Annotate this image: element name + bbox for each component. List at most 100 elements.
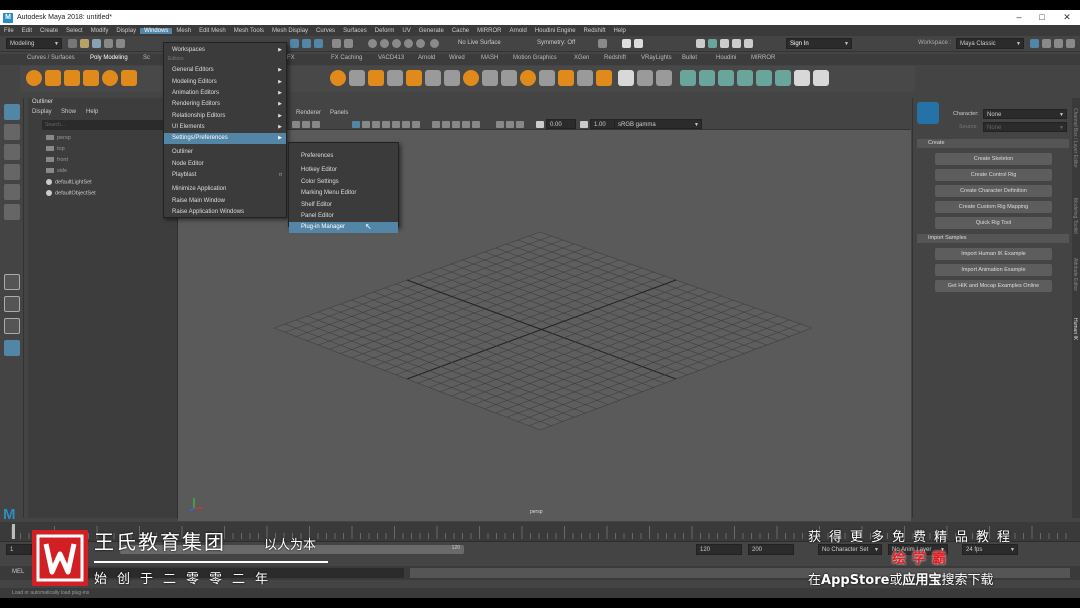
- outliner-item[interactable]: defaultObjectSet: [46, 190, 96, 196]
- layout-toggle-icon[interactable]: [1030, 39, 1039, 48]
- extract-icon[interactable]: [425, 70, 441, 86]
- menu-file[interactable]: File: [0, 28, 18, 34]
- exposure-field[interactable]: 0.00: [546, 119, 576, 129]
- shelf-tab-mirror[interactable]: MIRROR: [751, 55, 775, 61]
- import-samples-section-header[interactable]: Import Samples: [917, 234, 1069, 243]
- poly-cube-icon[interactable]: [45, 70, 61, 86]
- soft-select-icon[interactable]: [656, 70, 672, 86]
- poly-sphere-icon[interactable]: [26, 70, 42, 86]
- outliner-item[interactable]: persp: [46, 135, 71, 141]
- get-hik-mocap-examples-button[interactable]: Get HIK and Mocap Examples Online: [935, 280, 1052, 292]
- save-scene-icon[interactable]: [92, 39, 101, 48]
- character-dropdown[interactable]: None ▼: [983, 109, 1067, 119]
- image-plane-icon[interactable]: [302, 121, 310, 128]
- menu-windows[interactable]: Windows: [140, 27, 173, 34]
- four-view-icon[interactable]: [4, 296, 20, 312]
- rotate-tool-icon[interactable]: [4, 184, 20, 200]
- cylindrical-map-icon[interactable]: [699, 70, 715, 86]
- windows-menu-item-modeling-editors[interactable]: Modeling Editors ▶: [164, 77, 286, 88]
- undo-icon[interactable]: [104, 39, 113, 48]
- mirror-icon[interactable]: [406, 70, 422, 86]
- menu-mesh-tools[interactable]: Mesh Tools: [230, 28, 268, 34]
- outliner-menu-show[interactable]: Show: [61, 109, 76, 115]
- poly-cylinder-icon[interactable]: [64, 70, 80, 86]
- windows-menu-item-rendering-editors[interactable]: Rendering Editors ▶: [164, 99, 286, 110]
- live-surface-label[interactable]: No Live Surface: [458, 40, 501, 46]
- spherical-map-icon[interactable]: [718, 70, 734, 86]
- field-chart-icon[interactable]: [392, 121, 400, 128]
- windows-menu-item-raise-application-windows[interactable]: Raise Application Windows: [164, 207, 286, 218]
- prefs-menu-item-plug-in-manager[interactable]: Plug-in Manager: [289, 222, 398, 234]
- new-scene-icon[interactable]: [68, 39, 77, 48]
- mel-label[interactable]: MEL: [12, 569, 24, 575]
- snap-live-icon[interactable]: [430, 39, 439, 48]
- sew-uv-icon[interactable]: [775, 70, 791, 86]
- create-custom-rig-mapping-button[interactable]: Create Custom Rig Mapping: [935, 201, 1052, 213]
- smooth-shade-icon[interactable]: [432, 121, 440, 128]
- render-settings-icon[interactable]: [708, 39, 717, 48]
- viewport-menu-renderer[interactable]: Renderer: [296, 110, 321, 116]
- symmetry-dropdown[interactable]: Symmetry: Off: [537, 40, 575, 46]
- paint-select-icon[interactable]: [4, 144, 20, 160]
- redo-icon[interactable]: [116, 39, 125, 48]
- lights-icon[interactable]: [452, 121, 460, 128]
- shelf-tab-vacd413[interactable]: VACD413: [378, 55, 404, 61]
- windows-menu-item-animation-editors[interactable]: Animation Editors ▶: [164, 88, 286, 99]
- snap-curve-icon[interactable]: [380, 39, 389, 48]
- prefs-menu-item-hotkey-editor[interactable]: Hotkey Editor: [289, 165, 398, 176]
- camera-attributes-icon[interactable]: [292, 121, 300, 128]
- poly-torus-icon[interactable]: [102, 70, 118, 86]
- menu-houdini-engine[interactable]: Houdini Engine: [531, 28, 580, 34]
- source-dropdown[interactable]: None ▼: [983, 122, 1067, 132]
- menu-cache[interactable]: Cache: [448, 28, 473, 34]
- menu-curves[interactable]: Curves: [312, 28, 339, 34]
- create-control-rig-button[interactable]: Create Control Rig: [935, 169, 1052, 181]
- create-character-definition-button[interactable]: Create Character Definition: [935, 185, 1052, 197]
- side-tab-human-ik[interactable]: Human IK: [1072, 318, 1078, 340]
- offset-edge-icon[interactable]: [596, 70, 612, 86]
- select-object-icon[interactable]: [302, 39, 311, 48]
- render-frame-icon[interactable]: [634, 39, 643, 48]
- xray-joints-icon[interactable]: [516, 121, 524, 128]
- prefs-menu-item-panel-editor[interactable]: Panel Editor: [289, 211, 398, 222]
- select-component-icon[interactable]: [314, 39, 323, 48]
- menu-set-dropdown[interactable]: Modeling ▼: [6, 38, 62, 49]
- poly-cone-icon[interactable]: [83, 70, 99, 86]
- menu-deform[interactable]: Deform: [371, 28, 399, 34]
- outliner-item[interactable]: side: [46, 168, 67, 174]
- side-tab-modeling-toolkit[interactable]: Modeling Toolkit: [1072, 198, 1078, 234]
- highlight-selection-icon[interactable]: [344, 39, 353, 48]
- snap-view-icon[interactable]: [404, 39, 413, 48]
- windows-menu-item-node-editor[interactable]: Node Editor: [164, 159, 286, 170]
- windows-menu-item-minimize-application[interactable]: Minimize Application: [164, 184, 286, 195]
- fps-dropdown[interactable]: 24 fps ▼: [962, 544, 1018, 555]
- windows-menu-item-general-editors[interactable]: General Editors ▶: [164, 65, 286, 76]
- viewport-menu-panels[interactable]: Panels: [330, 110, 348, 116]
- create-section-header[interactable]: Create: [917, 139, 1069, 148]
- shelf-tab-poly-modeling[interactable]: Poly Modeling: [90, 55, 128, 61]
- bevel-icon[interactable]: [482, 70, 498, 86]
- hypershade-icon[interactable]: [720, 39, 729, 48]
- planar-map-icon[interactable]: [680, 70, 696, 86]
- target-weld-icon[interactable]: [539, 70, 555, 86]
- menu-display[interactable]: Display: [112, 28, 140, 34]
- menu-mesh-display[interactable]: Mesh Display: [268, 28, 312, 34]
- side-tab-channel-box[interactable]: Channel Box / Layer Editor: [1072, 108, 1078, 168]
- current-time-marker[interactable]: [12, 524, 15, 539]
- film-gate-icon[interactable]: [362, 121, 370, 128]
- smooth-icon[interactable]: [368, 70, 384, 86]
- prefs-menu-item-shelf-editor[interactable]: Shelf Editor: [289, 200, 398, 211]
- shelf-tab-fx[interactable]: FX: [287, 55, 295, 61]
- start-frame-field[interactable]: 1: [6, 544, 32, 555]
- snap-surface-icon[interactable]: [416, 39, 425, 48]
- move-tool-icon[interactable]: [4, 164, 20, 180]
- exposure-icon[interactable]: [536, 121, 544, 128]
- textured-icon[interactable]: [442, 121, 450, 128]
- attribute-editor-icon[interactable]: [1042, 39, 1051, 48]
- insert-edge-loop-icon[interactable]: [577, 70, 593, 86]
- windows-menu-item-ui-elements[interactable]: UI Elements ▶: [164, 122, 286, 133]
- shelf-tab-redshift[interactable]: Redshift: [604, 55, 626, 61]
- snap-point-icon[interactable]: [392, 39, 401, 48]
- outliner-item[interactable]: front: [46, 157, 68, 163]
- windows-menu-item-playblast[interactable]: Playblast □: [164, 170, 286, 181]
